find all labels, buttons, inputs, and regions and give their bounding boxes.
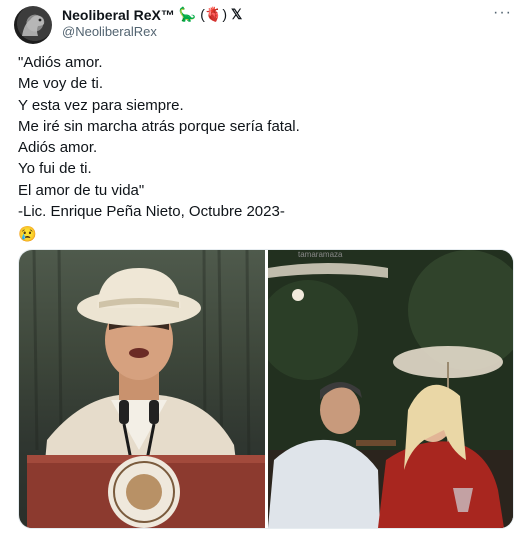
crying-emoji: 😢	[18, 226, 37, 244]
author-display-name[interactable]: Neoliberal ReX™	[62, 7, 175, 23]
tweet-line: Me iré sin marcha atrás porque sería fat…	[18, 117, 300, 135]
heart-emoji: (🫀)	[200, 6, 228, 22]
media-image-left[interactable]	[19, 250, 265, 528]
author-name-row[interactable]: Neoliberal ReX™ 🦕 (🫀) 𝕏	[62, 6, 242, 23]
tweet-line: Adiós amor.	[18, 139, 98, 157]
author-handle[interactable]: @NeoliberalRex	[62, 24, 157, 39]
tweet-line: "Adiós amor.	[18, 54, 103, 71]
tweet-line: El amor de tu vida"	[18, 181, 145, 199]
x-logo-icon: 𝕏	[231, 6, 243, 22]
tweet-line: Me voy de ti.	[18, 75, 104, 93]
tweet-text: "Adiós amor. Me voy de ti. Y esta vez pa…	[18, 52, 508, 246]
author-avatar[interactable]	[14, 6, 52, 44]
tweet-media[interactable]: tamaramaza	[18, 249, 514, 529]
watermark-label: tamaramaza	[298, 250, 343, 259]
more-options-button[interactable]: ···	[493, 4, 512, 22]
dinosaur-emoji: 🦕	[178, 6, 197, 22]
tweet-line: -Lic. Enrique Peña Nieto, Octubre 2023-	[18, 203, 285, 221]
media-image-right[interactable]: tamaramaza	[268, 250, 513, 528]
tweet-line: Y esta vez para siempre.	[18, 96, 184, 114]
tweet-line: Yo fui de ti.	[18, 160, 92, 178]
